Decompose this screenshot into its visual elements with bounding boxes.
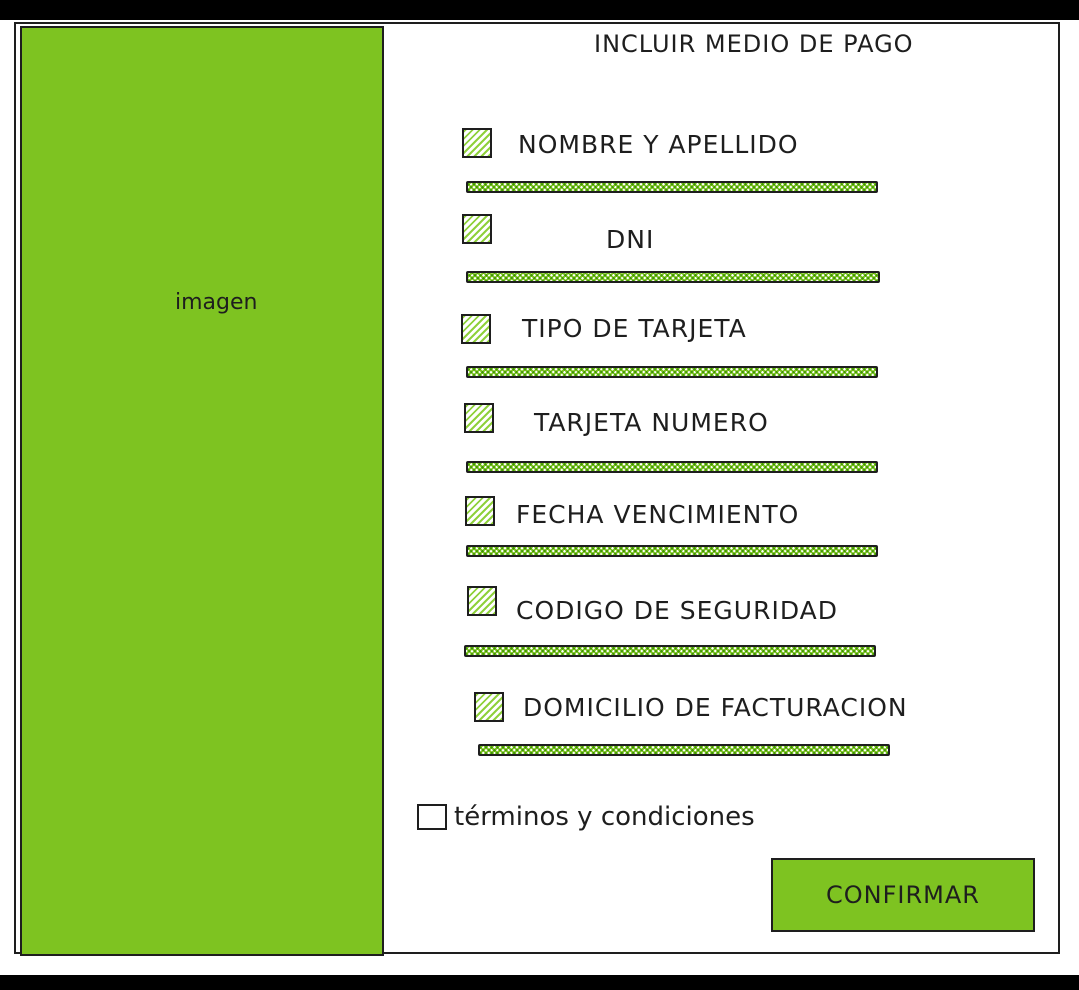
field-checkbox-codigo-seguridad[interactable] xyxy=(467,586,497,616)
input-tipo-tarjeta[interactable] xyxy=(466,366,878,378)
field-label-nombre: NOMBRE Y APELLIDO xyxy=(518,130,799,159)
input-fecha-vencimiento[interactable] xyxy=(466,545,878,557)
image-placeholder xyxy=(20,26,384,956)
field-label-domicilio: DOMICILIO DE FACTURACION xyxy=(523,693,908,722)
field-checkbox-tarjeta-numero[interactable] xyxy=(464,403,494,433)
input-nombre[interactable] xyxy=(466,181,878,193)
page-title: INCLUIR MEDIO DE PAGO xyxy=(594,30,914,58)
field-checkbox-dni[interactable] xyxy=(462,214,492,244)
field-checkbox-nombre[interactable] xyxy=(462,128,492,158)
input-domicilio[interactable] xyxy=(478,744,890,756)
field-checkbox-domicilio[interactable] xyxy=(474,692,504,722)
field-label-tarjeta-numero: TARJETA NUMERO xyxy=(534,408,769,437)
input-tarjeta-numero[interactable] xyxy=(466,461,878,473)
confirm-button[interactable]: CONFIRMAR xyxy=(771,858,1035,932)
terms-checkbox[interactable] xyxy=(417,804,447,830)
image-placeholder-label: imagen xyxy=(175,290,258,315)
canvas: imagen INCLUIR MEDIO DE PAGO NOMBRE Y AP… xyxy=(0,0,1079,990)
input-codigo-seguridad[interactable] xyxy=(464,645,876,657)
field-label-codigo-seguridad: CODIGO DE SEGURIDAD xyxy=(516,596,838,625)
input-dni[interactable] xyxy=(466,271,880,283)
terms-label: términos y condiciones xyxy=(454,802,755,832)
field-checkbox-fecha-vencimiento[interactable] xyxy=(465,496,495,526)
field-label-tipo-tarjeta: TIPO DE TARJETA xyxy=(522,314,747,343)
field-checkbox-tipo-tarjeta[interactable] xyxy=(461,314,491,344)
field-label-dni: DNI xyxy=(606,225,655,254)
field-label-fecha-vencimiento: FECHA VENCIMIENTO xyxy=(516,500,800,529)
